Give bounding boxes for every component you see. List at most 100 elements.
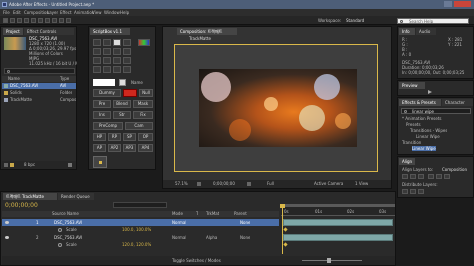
effects-tree-item[interactable]: Transitions - Wipes xyxy=(410,128,447,133)
btn-ins[interactable]: Ins xyxy=(93,111,111,119)
effects-search-input[interactable]: linear wipe xyxy=(401,108,471,114)
script-icon[interactable] xyxy=(123,66,131,73)
camera-snapshot-icon[interactable] xyxy=(247,182,251,186)
new-folder-icon[interactable] xyxy=(10,163,14,167)
script-icon[interactable] xyxy=(113,57,121,64)
script-icon[interactable] xyxy=(93,57,101,64)
color-swatch[interactable] xyxy=(119,79,126,86)
menu-layer[interactable]: Layer xyxy=(47,10,58,15)
script-icon[interactable] xyxy=(103,57,111,64)
script-icon[interactable] xyxy=(113,66,121,73)
btn-str[interactable]: Str xyxy=(113,111,131,119)
menu-effect[interactable]: Effect xyxy=(60,10,72,15)
property-row[interactable]: Scale 120.0, 120.0% xyxy=(2,242,279,248)
align-center-icon[interactable] xyxy=(410,174,416,179)
layer-mode-select[interactable]: Normal xyxy=(172,235,186,240)
script-icon[interactable] xyxy=(113,39,121,46)
btn-cam[interactable]: Cam xyxy=(125,122,153,130)
timeline-timecode[interactable]: 0;00;00;00 xyxy=(5,202,38,209)
minimize-button[interactable] xyxy=(444,1,452,7)
align-bottom-icon[interactable] xyxy=(444,174,450,179)
distribute-icon[interactable] xyxy=(402,189,408,194)
tab-effects-presets[interactable]: Effects & Presets xyxy=(399,99,441,106)
zoom-slider[interactable] xyxy=(302,260,362,261)
column-mode[interactable]: Mode xyxy=(172,211,183,216)
tab-timeline-comp[interactable]: 트랙매트 TrackMatte xyxy=(3,193,57,200)
project-item[interactable]: TrackMatte Compos xyxy=(2,97,76,103)
stopwatch-icon[interactable] xyxy=(58,228,62,232)
trash-icon[interactable] xyxy=(68,163,72,167)
script-icon[interactable] xyxy=(123,57,131,64)
btn-ap[interactable]: AP xyxy=(93,144,106,152)
comp-timecode[interactable]: 0;00;00;00 xyxy=(213,181,235,186)
btn-ap3[interactable]: AP3 xyxy=(123,144,136,152)
layer-parent-select[interactable]: None xyxy=(240,220,250,225)
close-button[interactable] xyxy=(454,1,471,7)
quality-select[interactable]: Full xyxy=(267,181,274,186)
script-icon[interactable] xyxy=(123,48,131,55)
pan-tool-icon[interactable] xyxy=(38,18,43,23)
btn-fix[interactable]: Fix xyxy=(133,111,153,119)
column-trkmat[interactable]: TrkMat xyxy=(206,211,219,216)
play-icon[interactable] xyxy=(428,90,432,94)
align-target-select[interactable]: Composition xyxy=(442,167,467,172)
project-item[interactable]: Solids Folder xyxy=(2,90,76,96)
active-camera-select[interactable]: Active Camera xyxy=(314,181,343,186)
hand-tool-icon[interactable] xyxy=(10,18,15,23)
brush-tool-icon[interactable] xyxy=(66,18,71,23)
script-icon[interactable] xyxy=(103,66,111,73)
script-icon[interactable] xyxy=(103,48,111,55)
stopwatch-icon[interactable] xyxy=(58,243,62,247)
visibility-eye-icon[interactable] xyxy=(5,236,9,239)
distribute-icon[interactable] xyxy=(418,189,424,194)
toggle-switches-modes[interactable]: Toggle Switches / Modes xyxy=(172,258,221,263)
tab-align[interactable]: Align xyxy=(399,158,415,165)
tab-preview[interactable]: Preview xyxy=(399,82,425,89)
timeline-search-input[interactable] xyxy=(113,202,167,208)
workspace-select[interactable]: Standard xyxy=(346,18,364,23)
tab-info[interactable]: Info xyxy=(399,28,415,35)
rotate-tool-icon[interactable] xyxy=(24,18,29,23)
project-search-input[interactable] xyxy=(4,68,75,74)
tab-audio[interactable]: Audio xyxy=(416,28,436,35)
layer-row[interactable]: 1 DSC_7563.AVI Normal None xyxy=(2,219,279,226)
column-parent[interactable]: Parent xyxy=(234,211,247,216)
interpret-footage-icon[interactable] xyxy=(4,163,8,167)
effects-tree-item[interactable]: Transition xyxy=(402,140,421,145)
btn-dummy[interactable]: Dummy xyxy=(93,89,121,97)
pen-tool-icon[interactable] xyxy=(52,18,57,23)
comp-canvas[interactable] xyxy=(174,44,378,172)
help-search-input[interactable]: Search Help xyxy=(397,18,469,24)
btn-rp[interactable]: RP xyxy=(108,133,121,141)
effects-tree-item[interactable]: Presets xyxy=(406,122,421,127)
bpc-label[interactable]: 8 bpc xyxy=(24,162,35,167)
align-left-icon[interactable] xyxy=(402,174,408,179)
btn-mask[interactable]: Mask xyxy=(133,100,153,108)
script-icon[interactable] xyxy=(103,39,111,46)
zoom-slider-thumb[interactable] xyxy=(327,258,331,263)
work-area-bar[interactable] xyxy=(281,204,395,207)
tab-render-queue[interactable]: Render Queue xyxy=(58,193,94,200)
tab-effect-controls[interactable]: Effect Controls xyxy=(24,28,74,35)
tab-scriptbox[interactable]: ScriptBox v1.1 xyxy=(90,28,130,35)
mask-tool-icon[interactable] xyxy=(45,18,50,23)
tab-character[interactable]: Character xyxy=(442,99,473,106)
column-name[interactable]: Name xyxy=(8,76,20,81)
script-icon[interactable] xyxy=(93,39,101,46)
name-field[interactable] xyxy=(93,79,115,86)
script-icon[interactable] xyxy=(113,48,121,55)
effects-tree-item[interactable]: Linear Wipe xyxy=(412,146,436,151)
time-ruler[interactable]: 0s 01s 02s 03s xyxy=(281,204,395,216)
project-item[interactable]: DSC_7563.AVI AVI xyxy=(2,83,76,89)
column-t[interactable]: T xyxy=(196,211,198,216)
keyframe-icon[interactable] xyxy=(283,242,288,247)
tab-project[interactable]: Project xyxy=(3,28,23,35)
btn-ap2[interactable]: AP2 xyxy=(108,144,121,152)
layer-trkmat-select[interactable]: Alpha xyxy=(206,235,217,240)
property-row[interactable]: Scale 100.0, 100.0% xyxy=(2,227,279,233)
btn-pre[interactable]: Pre xyxy=(93,100,111,108)
script-icon[interactable] xyxy=(138,39,150,46)
tab-composition[interactable]: Composition: 트랙매트 xyxy=(177,28,237,35)
align-right-icon[interactable] xyxy=(418,174,424,179)
column-source-name[interactable]: Source Name xyxy=(52,211,79,216)
